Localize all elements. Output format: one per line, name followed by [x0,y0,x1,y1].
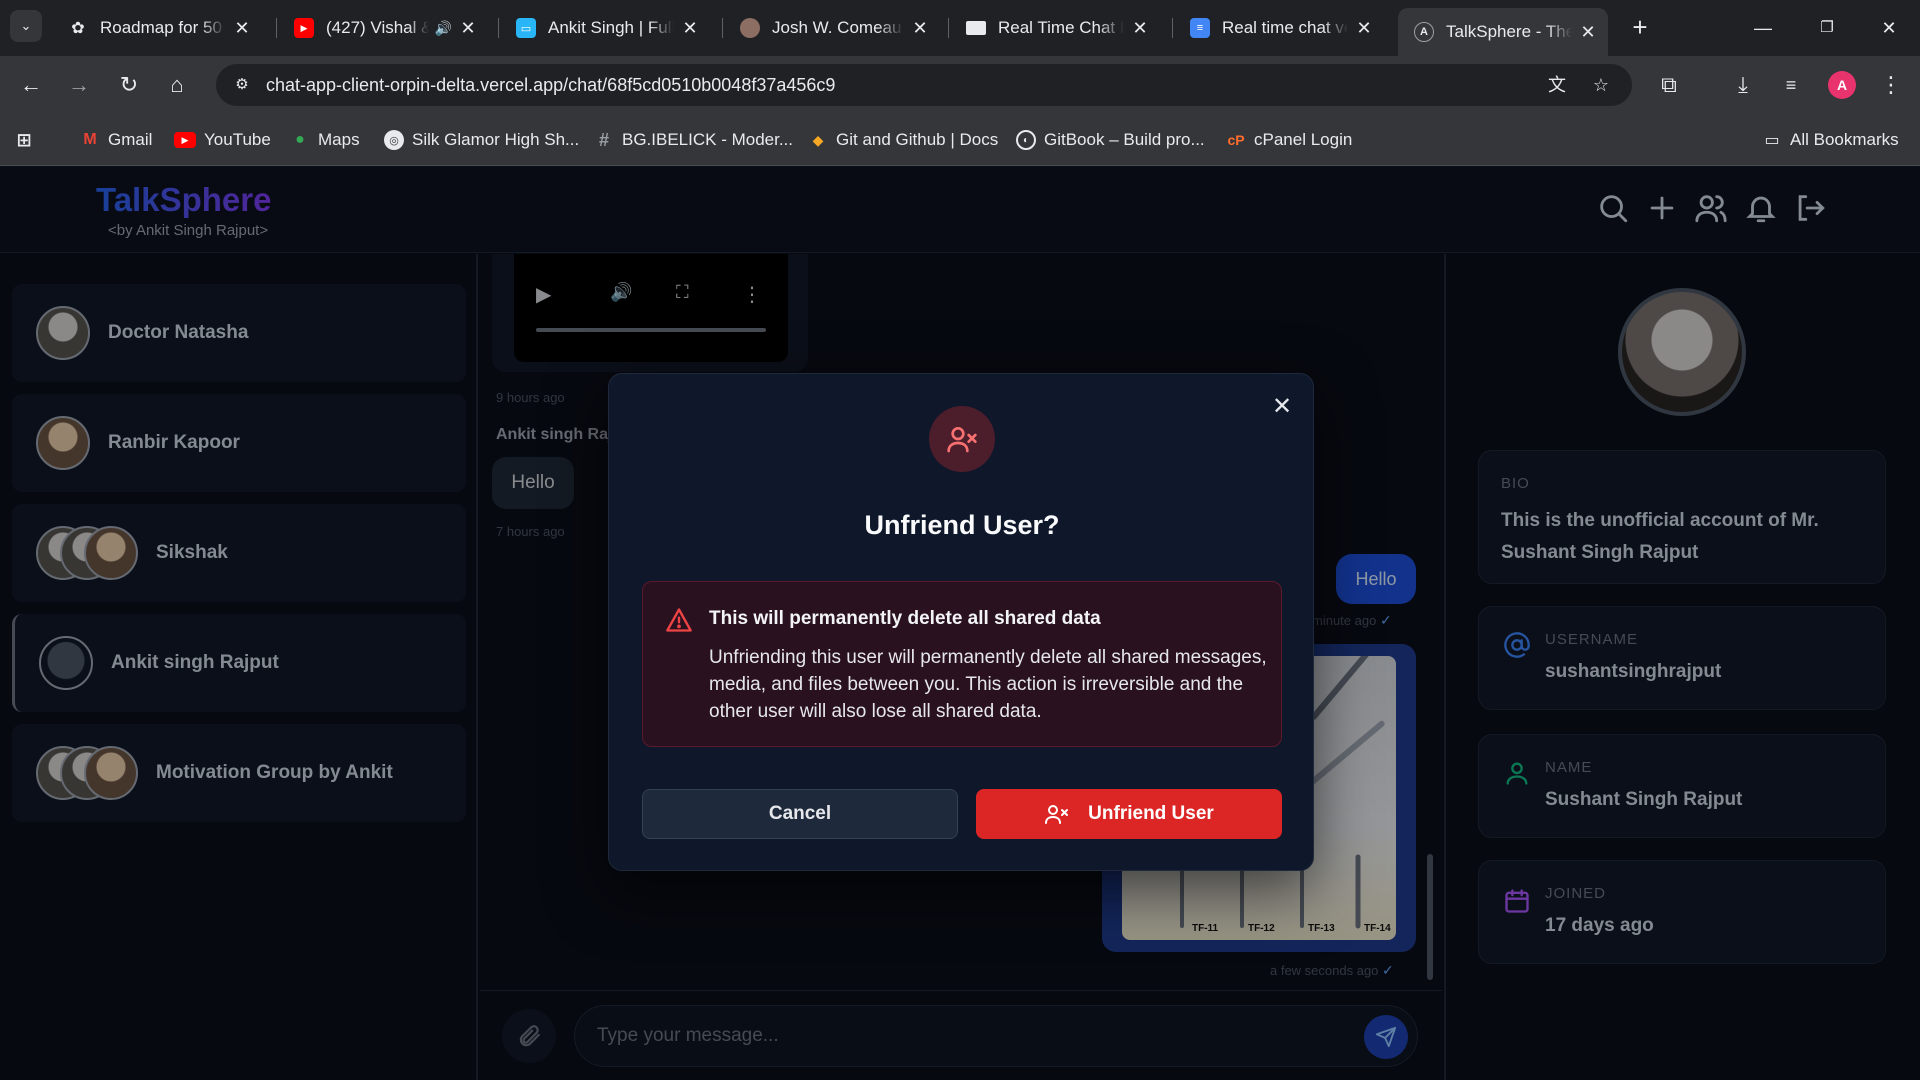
minimize-icon[interactable]: — [1740,10,1786,46]
folder-icon: ▭ [1764,132,1780,149]
bookmark-cpanel[interactable]: cP cPanel Login [1226,126,1352,154]
maps-icon: ● [295,131,305,148]
youtube-icon: ▶ [294,18,314,38]
close-tab-icon[interactable]: ✕ [1354,18,1374,39]
speaker-icon[interactable]: 🔊 [435,20,452,37]
tab-6[interactable]: ≡ Real time chat ve ✕ [1174,8,1384,48]
forward-icon[interactable]: → [62,68,96,102]
globe-icon: ◎ [384,130,404,150]
apps-grid-icon[interactable]: ⊞ [14,126,42,154]
user-remove-icon [929,406,995,472]
bookmark-silk[interactable]: ◎ Silk Glamor High Sh... [384,126,579,154]
translate-icon[interactable]: 文 [1544,72,1570,98]
bookmark-label: YouTube [204,130,271,149]
bookmark-git[interactable]: ◆ Git and Github | Docs [808,126,999,154]
media-control-icon[interactable]: ≡ [1774,68,1808,102]
tab-1[interactable]: ✿ Roadmap for 50 | ✕ [52,8,262,48]
browser-toolbar: ← → ↻ ⌂ ⚙ chat-app-client-orpin-delta.ve… [0,56,1920,114]
address-bar[interactable]: ⚙ chat-app-client-orpin-delta.vercel.app… [216,64,1632,106]
unfriend-dialog: ✕ Unfriend User? This will permanently d… [608,373,1314,871]
tab-7-active[interactable]: A TalkSphere - The ✕ [1398,8,1608,56]
bookmark-star-icon[interactable]: ☆ [1588,72,1614,98]
code-icon [966,21,986,35]
cpanel-icon: cP [1227,132,1245,148]
menu-icon[interactable]: ⋮ [1874,68,1908,102]
bookmark-bg[interactable]: # BG.IBELICK - Moder... [594,126,793,154]
url-text[interactable]: chat-app-client-orpin-delta.vercel.app/c… [266,64,835,106]
avatar-icon [740,18,760,38]
tab-title: Real Time Chat P [998,18,1124,37]
profile-avatar[interactable]: A [1828,71,1856,99]
warning-title: This will permanently delete all shared … [709,608,1101,629]
unfriend-user-button[interactable]: Unfriend User [976,789,1282,839]
bookmark-label: GitBook – Build pro... [1044,130,1205,149]
tab-title: (427) Vishal & [326,18,429,37]
modal-overlay[interactable]: ✕ Unfriend User? This will permanently d… [0,167,1920,1080]
tab-title: Real time chat ve [1222,18,1348,37]
bookmark-label: Gmail [108,130,153,149]
warning-box: This will permanently delete all shared … [642,581,1282,747]
gitbook-icon: ◐ [1016,130,1036,150]
bookmark-youtube[interactable]: ▶ YouTube [174,126,271,154]
cancel-button[interactable]: Cancel [642,789,958,839]
close-tab-icon[interactable]: ✕ [1130,18,1150,39]
bookmark-label: Silk Glamor High Sh... [412,130,580,149]
openai-icon: ✿ [71,20,85,37]
new-tab-button[interactable]: + [1624,12,1656,44]
gmail-icon: M [83,131,97,148]
close-tab-icon[interactable]: ✕ [680,18,700,39]
download-icon[interactable]: ⤓ [1726,68,1760,102]
extensions-icon[interactable]: ⧉ [1652,68,1686,102]
bookmark-label: Maps [318,130,360,149]
bookmark-label: BG.IBELICK - Moder... [622,130,794,149]
bookmark-maps[interactable]: ● Maps [290,126,360,154]
tab-title: TalkSphere - The [1446,22,1572,41]
bookmark-gitbook[interactable]: ◐ GitBook – Build pro... [1016,126,1205,154]
window-close-icon[interactable]: ✕ [1866,10,1912,46]
youtube-icon: ▶ [174,132,196,148]
hash-icon: # [598,129,609,150]
warning-triangle-icon [666,608,692,632]
talksphere-app: TalkSphere <by Ankit Singh Rajput> Docto… [0,167,1920,1080]
bookmark-label: cPanel Login [1254,130,1353,149]
close-tab-icon[interactable]: ✕ [232,18,252,39]
tab-title: Ankit Singh | Full [548,18,674,37]
all-bookmarks[interactable]: ▭ All Bookmarks [1762,126,1899,154]
close-tab-icon[interactable]: ✕ [910,18,930,39]
tab-5[interactable]: Real Time Chat P ✕ [950,8,1160,48]
bookmarks-bar: ⊞ M Gmail ▶ YouTube ● Maps ◎ Silk Glamor Hig… [0,114,1920,166]
back-icon[interactable]: ← [14,68,48,102]
user-remove-icon [1045,805,1069,824]
tab-title: Roadmap for 50 | [100,18,226,37]
warning-body: Unfriending this user will permanently d… [709,647,1267,722]
reload-icon[interactable]: ↻ [112,68,146,102]
bookmark-gmail[interactable]: M Gmail [80,126,152,154]
bookmark-label: Git and Github | Docs [836,130,999,149]
tab-search-button[interactable]: ⌄ [10,10,42,42]
close-tab-icon[interactable]: ✕ [1578,22,1598,43]
browser-tab-bar: ⌄ ✿ Roadmap for 50 | ✕ ▶ (427) Vishal & … [0,0,1920,56]
tab-4[interactable]: Josh W. Comeau ✕ [724,8,940,48]
site-info-icon[interactable]: ⚙ [230,73,254,97]
doc-icon: ◆ [812,131,824,148]
bookmark-label: All Bookmarks [1790,130,1899,149]
tab-title: Josh W. Comeau [772,18,902,37]
home-icon[interactable]: ⌂ [160,68,194,102]
close-icon[interactable]: ✕ [1267,392,1297,422]
tab-3[interactable]: ▭ Ankit Singh | Full ✕ [500,8,710,48]
briefcase-icon: ▭ [516,18,536,38]
unfriend-label: Unfriend User [1088,803,1214,824]
docs-icon: ≡ [1190,18,1210,38]
tab-2[interactable]: ▶ (427) Vishal & 🔊 ✕ [278,8,488,48]
restore-icon[interactable]: ❐ [1804,10,1850,46]
close-tab-icon[interactable]: ✕ [458,18,478,39]
app-icon: A [1414,22,1434,42]
dialog-title: Unfriend User? [864,510,1060,540]
